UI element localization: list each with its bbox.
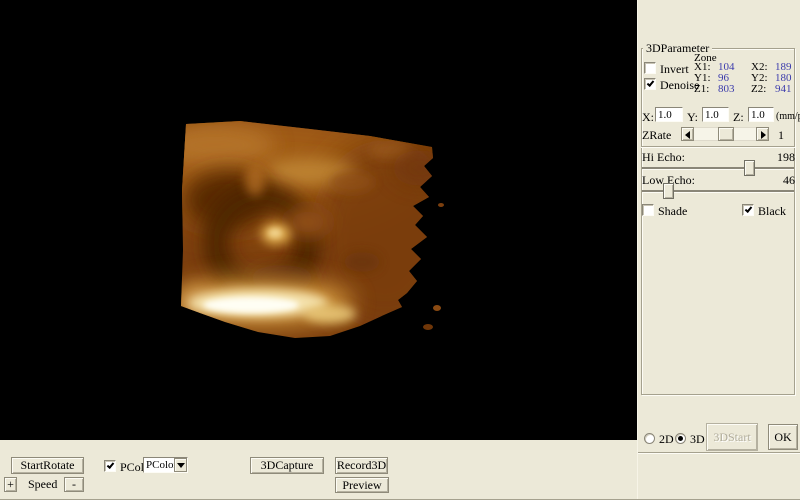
pcolor-checkbox[interactable]	[104, 460, 116, 472]
mode-2d-label: 2D	[659, 433, 674, 445]
zrate-scroll-left-button[interactable]	[681, 127, 694, 141]
speed-minus-button[interactable]: -	[64, 477, 84, 492]
check-mark	[647, 79, 655, 87]
render-viewport[interactable]	[0, 0, 637, 440]
black-label: Black	[758, 205, 786, 217]
3dstart-button[interactable]: 3DStart	[706, 423, 758, 451]
divider	[641, 146, 795, 147]
scale-x-input[interactable]	[655, 107, 683, 122]
invert-checkbox[interactable]	[644, 62, 656, 74]
scale-z-input[interactable]	[748, 107, 774, 122]
mode-2d-radio[interactable]	[644, 433, 655, 444]
speed-plus-button[interactable]: +	[4, 477, 17, 492]
divider	[638, 452, 800, 453]
mode-3d-label: 3D	[690, 433, 705, 445]
pcolor-dropdown-button[interactable]	[174, 458, 187, 472]
radio-dot	[678, 436, 683, 441]
scale-x-label: X:	[642, 111, 654, 123]
zone-z2-value: 941	[775, 84, 800, 95]
start-rotate-button[interactable]: StartRotate	[11, 457, 84, 474]
zone-coordinates: X1: 104 X2: 189 Y1: 96 Y2: 180 Z1: 803 Z…	[694, 62, 800, 94]
parameter-group-title: 3DParameter	[643, 42, 712, 54]
visualize-panel: 3DVisualize StartRotate PColor PColor + …	[0, 440, 637, 500]
zrate-scroll-right-button[interactable]	[756, 127, 769, 141]
chevron-down-icon	[177, 463, 185, 468]
hi-echo-slider-track[interactable]	[642, 167, 794, 169]
arrow-right-icon	[761, 131, 766, 139]
check-mark	[745, 205, 753, 213]
zone-y2-value: 180	[775, 73, 800, 84]
scale-z-label: Z:	[733, 111, 744, 123]
parameter-panel: 3DParameter Invert Denoise Zone X1: 104 …	[637, 0, 800, 500]
speed-label: Speed	[28, 478, 57, 490]
black-checkbox[interactable]	[742, 204, 754, 216]
zone-y1-label: Y1:	[694, 73, 718, 84]
mode-3d-radio[interactable]	[675, 433, 686, 444]
invert-label: Invert	[660, 63, 689, 75]
pcolor-dropdown-value: PColor	[146, 459, 177, 471]
ok-button[interactable]: OK	[768, 424, 798, 450]
parameter-groupbox	[641, 48, 795, 395]
zrate-scrollbar[interactable]	[681, 127, 769, 141]
zone-z2-label: Z2:	[751, 84, 775, 95]
scale-unit-label: (mm/p)	[776, 111, 800, 123]
zrate-label: ZRate	[642, 129, 671, 141]
3dcapture-button[interactable]: 3DCapture	[250, 457, 324, 474]
shade-label: Shade	[658, 205, 687, 217]
zone-z1-label: Z1:	[694, 84, 718, 95]
shade-checkbox[interactable]	[642, 204, 654, 216]
zone-z1-value: 803	[718, 84, 751, 95]
low-echo-value: 46	[757, 174, 795, 186]
preview-button[interactable]: Preview	[335, 477, 389, 493]
application-window: 3DParameter Invert Denoise Zone X1: 104 …	[0, 0, 800, 500]
zrate-scrollbar-thumb[interactable]	[718, 127, 734, 141]
hi-echo-label: Hi Echo:	[642, 151, 685, 163]
scale-y-input[interactable]	[702, 107, 729, 122]
hi-echo-value: 198	[757, 151, 795, 163]
record3d-button[interactable]: Record3D	[335, 457, 388, 474]
zrate-value: 1	[778, 129, 784, 141]
hi-echo-slider-thumb[interactable]	[744, 160, 755, 176]
check-mark	[107, 461, 115, 469]
zone-y1-value: 96	[718, 73, 751, 84]
pcolor-dropdown[interactable]: PColor	[143, 457, 188, 473]
arrow-left-icon	[685, 131, 690, 139]
denoise-checkbox[interactable]	[644, 78, 656, 90]
ultrasound-volume-image	[0, 0, 637, 440]
low-echo-slider-thumb[interactable]	[663, 183, 674, 199]
zone-y2-label: Y2:	[751, 73, 775, 84]
scale-y-label: Y:	[687, 111, 698, 123]
